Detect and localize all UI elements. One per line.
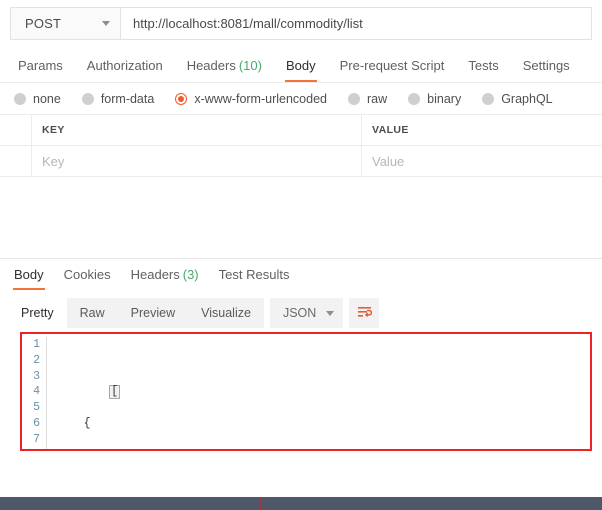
tab-headers-label: Headers (186, 58, 236, 73)
body-type-raw-label: raw (367, 91, 388, 106)
word-wrap-icon (357, 307, 372, 317)
line-number: 2 (33, 353, 40, 367)
table-row[interactable]: Key Value (0, 146, 602, 177)
column-header-value: VALUE (372, 124, 409, 136)
line-number: 6 (33, 416, 40, 430)
response-tabs: Body Cookies Headers (3) Test Results (0, 259, 602, 290)
body-type-none-label: none (33, 91, 61, 106)
response-body-annotation-box: 1 2 3 4 5 6 7 8 [ { "id": "d77f67f896fc0… (20, 332, 592, 451)
chevron-down-icon (326, 310, 335, 316)
body-type-binary-label: binary (427, 91, 462, 106)
radio-icon (81, 92, 94, 105)
body-type-raw[interactable]: raw (348, 92, 387, 106)
tab-params[interactable]: Params (6, 54, 75, 82)
chevron-down-icon (102, 21, 110, 26)
line-number: 7 (33, 432, 40, 446)
json-open-brace: { (83, 416, 91, 430)
line-number: 8 (22, 448, 40, 450)
code-line: { (56, 416, 590, 432)
tab-settings[interactable]: Settings (511, 54, 582, 82)
view-visualize-button[interactable]: Visualize (188, 298, 264, 328)
view-preview-button[interactable]: Preview (117, 298, 189, 328)
key-input[interactable]: Key (32, 146, 362, 176)
body-type-binary[interactable]: binary (408, 92, 461, 106)
response-tab-body[interactable]: Body (4, 263, 54, 290)
code-fold-rail (46, 337, 47, 449)
view-pretty-button[interactable]: Pretty (8, 298, 67, 328)
body-type-x-www-form-urlencoded[interactable]: x-www-form-urlencoded (175, 92, 327, 106)
tab-body-label: Body (285, 58, 316, 73)
radio-selected-icon (175, 92, 188, 105)
line-number: 4 (33, 385, 40, 399)
line-number: 1 (33, 338, 40, 351)
response-tab-cookies-label: Cookies (63, 267, 111, 282)
tab-headers-count: (10) (238, 58, 262, 73)
body-type-none[interactable]: none (14, 92, 61, 106)
json-code-viewer[interactable]: 1 2 3 4 5 6 7 8 [ { "id": "d77f67f896fc0… (22, 334, 590, 449)
line-number: 3 (33, 369, 40, 383)
os-taskbar (0, 497, 602, 510)
request-body-empty-area (0, 177, 602, 258)
body-type-form-data[interactable]: form-data (81, 91, 155, 106)
tab-tests-label: Tests (468, 58, 499, 73)
radio-icon (408, 92, 421, 105)
response-tab-headers[interactable]: Headers (3) (121, 263, 209, 290)
response-view-toolbar: Pretty Raw Preview Visualize JSON (0, 298, 602, 328)
response-tab-cookies[interactable]: Cookies (54, 263, 121, 290)
response-tab-headers-count: (3) (182, 267, 199, 282)
tab-settings-label: Settings (522, 58, 570, 73)
tab-body[interactable]: Body (274, 54, 328, 82)
request-url-bar: POST http://localhost:8081/mall/commodit… (10, 7, 592, 40)
word-wrap-toggle[interactable] (349, 298, 380, 328)
table-header-gutter (0, 115, 32, 145)
response-format-label: JSON (282, 306, 317, 320)
view-raw-button[interactable]: Raw (66, 298, 118, 328)
json-open-bracket: [ (109, 385, 121, 400)
json-code-content[interactable]: [ { "id": "d77f67f896fc025df2f4855c0443e… (56, 337, 590, 449)
urlencoded-params-table: KEY VALUE Key Value (0, 114, 602, 177)
tab-headers[interactable]: Headers (10) (175, 54, 274, 82)
http-method-select[interactable]: POST (11, 8, 121, 39)
response-tab-headers-label: Headers (130, 267, 180, 282)
row-checkbox-cell[interactable] (0, 146, 32, 176)
code-line: [ (56, 369, 590, 400)
tab-authorization-label: Authorization (86, 58, 163, 73)
value-input[interactable]: Value (362, 146, 602, 176)
body-type-radio-group: none form-data x-www-form-urlencoded raw… (0, 83, 602, 114)
response-tab-test-results[interactable]: Test Results (209, 263, 300, 290)
request-url-input[interactable]: http://localhost:8081/mall/commodity/lis… (121, 8, 591, 39)
response-tab-test-results-label: Test Results (218, 267, 290, 282)
tab-params-label: Params (18, 58, 63, 73)
radio-icon (482, 92, 495, 105)
body-type-form-data-label: form-data (100, 91, 155, 106)
column-header-key: KEY (32, 115, 362, 145)
tab-tests[interactable]: Tests (456, 54, 510, 82)
response-tab-body-label: Body (14, 267, 44, 282)
body-type-graphql[interactable]: GraphQL (482, 91, 553, 106)
tab-pre-request-script-label: Pre-request Script (339, 58, 445, 73)
http-method-label: POST (25, 16, 62, 31)
taskbar-separator (259, 497, 261, 510)
body-type-x-www-form-urlencoded-label: x-www-form-urlencoded (194, 91, 327, 106)
radio-icon (348, 92, 360, 105)
line-number-gutter: 1 2 3 4 5 6 7 8 (22, 337, 46, 449)
tab-pre-request-script[interactable]: Pre-request Script (328, 54, 457, 82)
table-header-row: KEY VALUE (0, 115, 602, 146)
request-tabs: Params Authorization Headers (10) Body Pr… (0, 50, 602, 83)
line-number: 5 (33, 401, 40, 415)
tab-authorization[interactable]: Authorization (75, 54, 175, 82)
body-type-graphql-label: GraphQL (501, 91, 553, 106)
radio-icon (14, 92, 26, 105)
response-format-select[interactable]: JSON (269, 298, 344, 328)
